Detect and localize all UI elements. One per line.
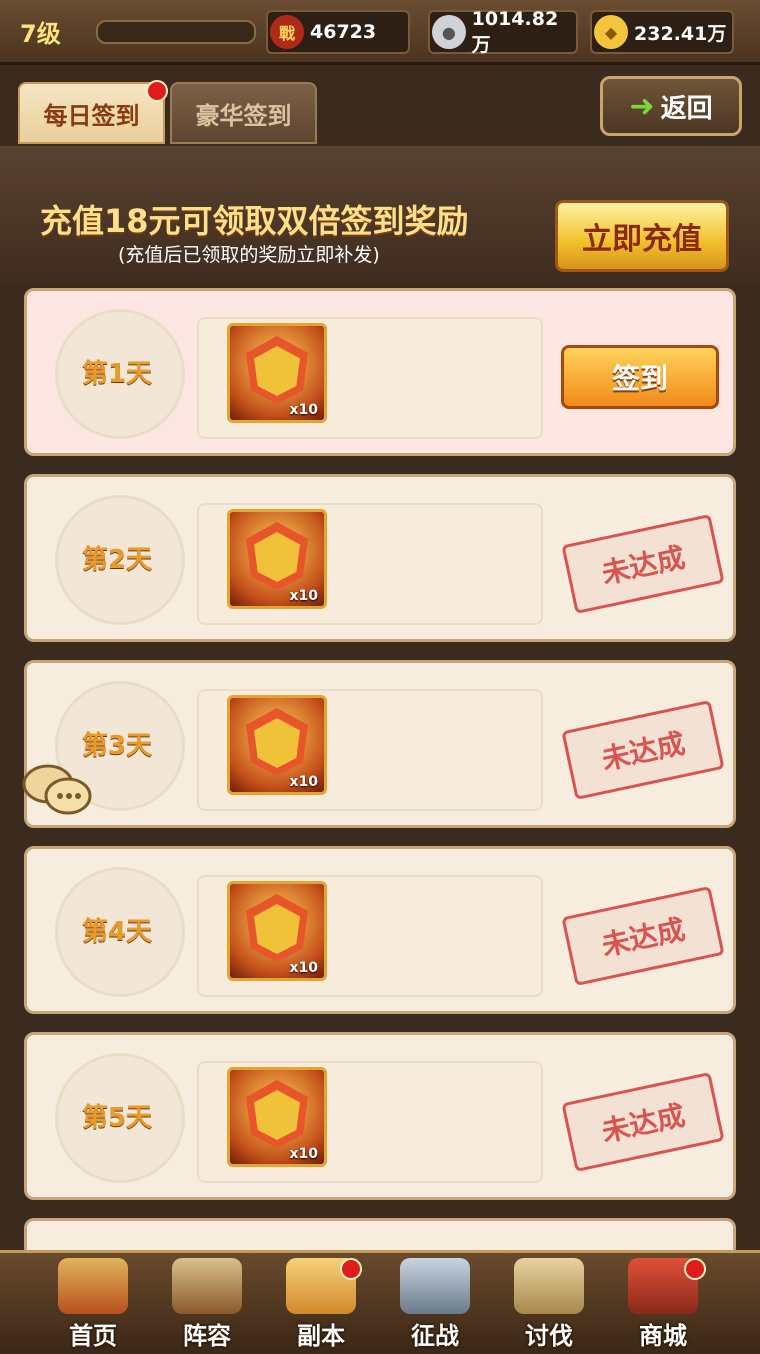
chat-bubble-icon[interactable]	[22, 762, 92, 818]
item-quantity: x10	[289, 402, 318, 418]
item-quantity: x10	[289, 774, 318, 790]
day-card: 第4天 x10 未达成	[24, 846, 736, 1014]
back-arrow-icon: ➜	[629, 88, 655, 124]
day-card: 第3天 x10 未达成	[24, 660, 736, 828]
reward-item-icon[interactable]: x10	[227, 509, 327, 609]
day-card: 第5天 x10 未达成	[24, 1032, 736, 1200]
player-level: 7级	[20, 20, 61, 48]
silver-value: 1014.82万	[471, 7, 559, 56]
reward-item-icon[interactable]: x10	[227, 695, 327, 795]
gold-display: ◆ 232.41万	[590, 10, 734, 54]
gold-value: 232.41万	[634, 22, 727, 45]
mountain-icon	[514, 1258, 584, 1314]
nav-crusade[interactable]: 讨伐	[490, 1256, 608, 1351]
silver-display: ● 1014.82万	[428, 7, 578, 56]
sign-in-button[interactable]: 签到	[561, 345, 719, 409]
tab-daily-signin[interactable]: 每日签到	[18, 82, 165, 144]
notification-badge	[146, 80, 168, 102]
item-quantity: x10	[289, 960, 318, 976]
nav-label: 商城	[639, 1322, 687, 1350]
zhan-icon: 戰	[270, 15, 304, 49]
day-card: 第2天 x10 未达成	[24, 474, 736, 642]
day-label: 第4天	[81, 917, 153, 947]
not-achieved-stamp: 未达成	[561, 885, 725, 987]
silver-coin-icon: ●	[432, 15, 466, 49]
not-achieved-stamp: 未达成	[561, 513, 725, 615]
crossed-swords-icon	[400, 1258, 470, 1314]
day-label: 第2天	[81, 545, 153, 575]
palace-icon	[58, 1258, 128, 1314]
nav-label: 讨伐	[525, 1322, 573, 1350]
nav-campaign[interactable]: 征战	[376, 1256, 494, 1351]
power-display: 戰 46723	[266, 10, 410, 54]
day-label: 第3天	[81, 731, 153, 761]
nav-dungeon[interactable]: 副本	[262, 1256, 380, 1351]
notification-badge	[340, 1258, 362, 1280]
gold-ingot-icon: ◆	[594, 15, 628, 49]
item-quantity: x10	[289, 1146, 318, 1162]
nav-lineup[interactable]: 阵容	[148, 1256, 266, 1351]
back-label: 返回	[660, 93, 713, 124]
recharge-now-button[interactable]: 立即充值	[555, 200, 729, 272]
item-quantity: x10	[289, 588, 318, 604]
reward-item-icon[interactable]: x10	[227, 323, 327, 423]
day-label: 第1天	[81, 359, 153, 389]
nav-home[interactable]: 首页	[34, 1256, 152, 1351]
reward-item-icon[interactable]: x10	[227, 1067, 327, 1167]
back-button[interactable]: ➜ 返回	[600, 76, 742, 136]
notification-badge	[684, 1258, 706, 1280]
power-value: 46723	[310, 21, 377, 43]
banner-subtitle: (充值后已领取的奖励立即补发)	[118, 244, 380, 266]
nav-label: 副本	[297, 1322, 345, 1350]
banner-title: 充值18元可领取双倍签到奖励	[40, 202, 469, 240]
helmet-icon	[172, 1258, 242, 1314]
experience-bar	[96, 20, 256, 44]
nav-label: 征战	[411, 1322, 459, 1350]
not-achieved-stamp: 未达成	[561, 699, 725, 801]
tab-deluxe-signin[interactable]: 豪华签到	[170, 82, 317, 144]
reward-item-icon[interactable]: x10	[227, 881, 327, 981]
nav-label: 阵容	[183, 1322, 231, 1350]
day-card: 第1天 x10 签到	[24, 288, 736, 456]
nav-label: 首页	[69, 1322, 117, 1350]
day-label: 第5天	[81, 1103, 153, 1133]
not-achieved-stamp: 未达成	[561, 1071, 725, 1173]
